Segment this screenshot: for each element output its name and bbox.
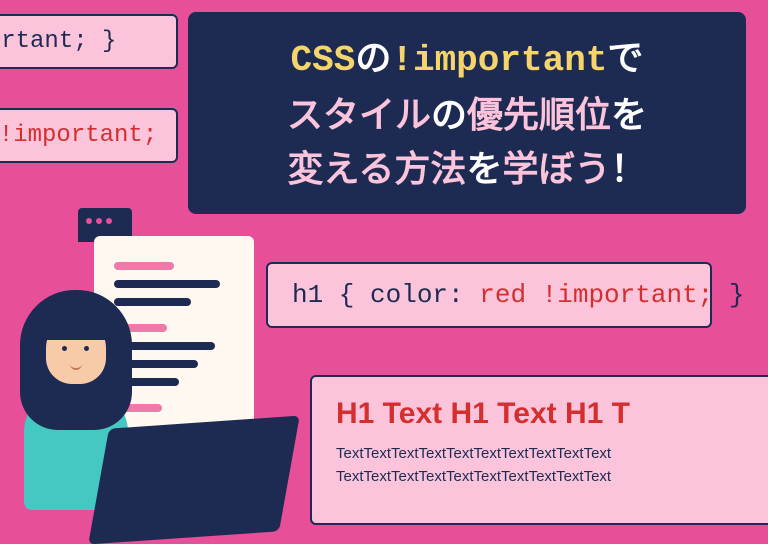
title-change: 変える xyxy=(288,148,395,189)
title-de: で xyxy=(607,37,643,78)
code-snippet-mid-left: d !important; xyxy=(0,108,178,163)
title-panel: CSSの!importantで スタイルの優先順位を 変える方法を学ぼう！ xyxy=(188,12,746,214)
title-important: !important xyxy=(391,40,607,81)
close-brace: } xyxy=(713,280,744,310)
body-text-line: TextTextTextTextTextTextTextTextTextText xyxy=(336,468,754,485)
eye-icon xyxy=(62,346,67,351)
title-learn: 学ぼう xyxy=(502,148,610,189)
title-line-2: スタイルの優先順位を xyxy=(287,88,647,142)
bangs-shape xyxy=(38,308,114,340)
title-method: 方法 xyxy=(394,148,466,189)
title-line-3: 変える方法を学ぼう！ xyxy=(288,142,647,196)
code-snippet-h1-color: h1 { color: red !important; } xyxy=(266,262,712,328)
title-line-1: CSSの!importantで xyxy=(291,31,644,88)
code-line xyxy=(114,262,174,270)
title-css: CSS xyxy=(291,40,356,81)
t3e: ！ xyxy=(610,148,646,189)
body-text-line: TextTextTextTextTextTextTextTextTextText xyxy=(336,445,754,462)
laptop-shape xyxy=(88,416,300,544)
title-priority: 優先順位 xyxy=(467,94,611,135)
code-line xyxy=(114,280,220,288)
title-no: の xyxy=(355,37,391,78)
snippet-text: mportant; } xyxy=(0,28,116,55)
t2b: の xyxy=(431,94,467,135)
important-keyword: !important; xyxy=(0,122,157,149)
t3c: を xyxy=(466,148,502,189)
important-keyword: !important; xyxy=(526,280,713,310)
h1-heading-preview: H1 Text H1 Text H1 T xyxy=(336,397,754,431)
woman-with-laptop-illustration xyxy=(0,290,330,530)
code-snippet-top-left: mportant; } xyxy=(0,14,178,69)
value-red: red xyxy=(479,280,526,310)
t2d: を xyxy=(611,94,647,135)
eye-icon xyxy=(84,346,89,351)
rendered-output-panel: H1 Text H1 Text H1 T TextTextTextTextTex… xyxy=(310,375,768,525)
title-style: スタイル xyxy=(287,94,431,135)
